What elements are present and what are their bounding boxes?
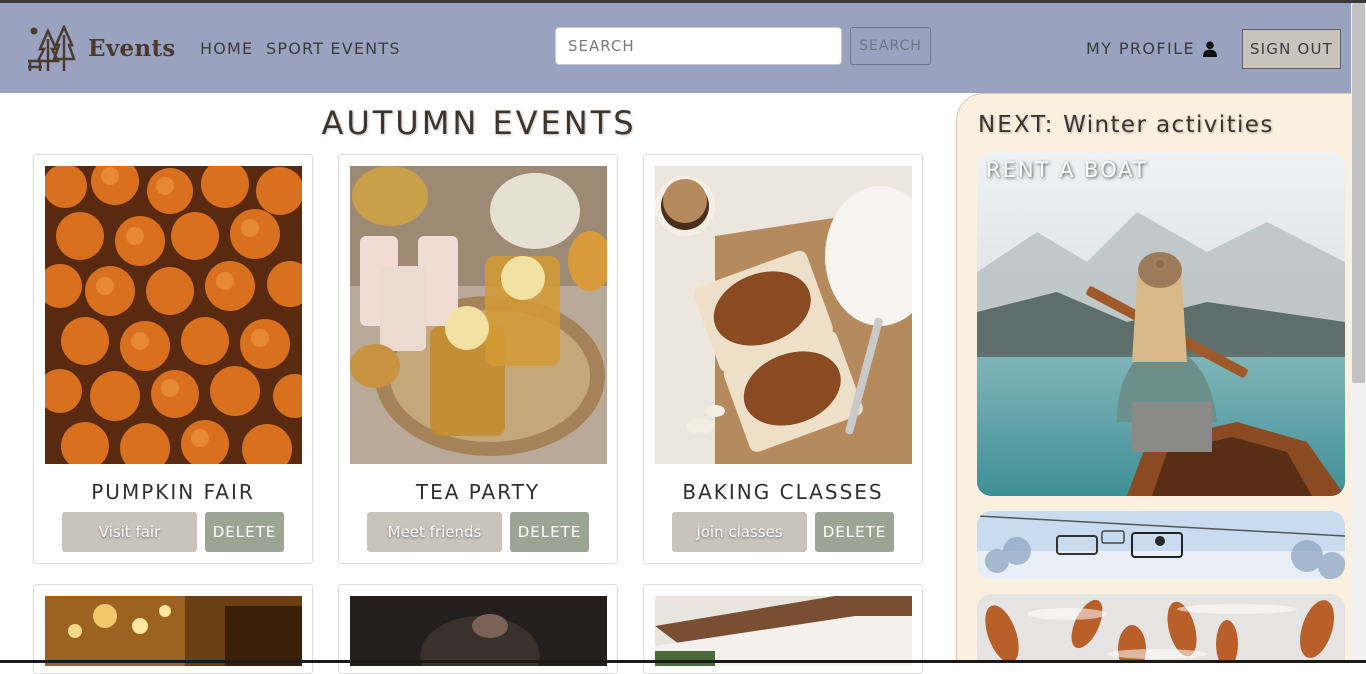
delete-button[interactable]: DELETE [205, 512, 284, 552]
page-title: AUTUMN EVENTS [321, 104, 637, 142]
nav-link-home[interactable]: HOME [200, 39, 253, 58]
boat-lake-image [977, 152, 1345, 496]
next-season-label: Winter activities [1063, 112, 1274, 138]
pumpkins-image [45, 166, 302, 464]
event-image [350, 596, 607, 666]
next-events-heading: NEXT: Winter activities [978, 112, 1274, 138]
logo-trees-icon[interactable] [26, 25, 76, 73]
event-card-baking-classes: BAKING CLASSES Join classes DELETE [643, 154, 923, 564]
ski-lift-picture [977, 511, 1345, 579]
search-input[interactable] [555, 27, 842, 65]
brand-name[interactable]: Events [88, 35, 176, 62]
card-title: PUMPKIN FAIR [91, 480, 255, 504]
card-title: BAKING CLASSES [682, 480, 884, 504]
card-title: TEA PARTY [415, 480, 541, 504]
tea-party-image [350, 166, 607, 464]
scrollbar-thumb[interactable] [1352, 3, 1365, 383]
join-classes-button[interactable]: Join classes [672, 512, 807, 552]
sign-out-button[interactable]: SIGN OUT [1242, 29, 1341, 69]
my-profile-link[interactable]: MY PROFILE [1086, 39, 1217, 58]
event-image [655, 596, 912, 666]
navbar: Events HOME SPORT EVENTS SEARCH MY PROFI… [0, 3, 1351, 93]
event-image [45, 596, 302, 666]
delete-button[interactable]: DELETE [815, 512, 894, 552]
nav-link-sport-events[interactable]: SPORT EVENTS [266, 39, 401, 58]
search-button[interactable]: SEARCH [850, 27, 931, 65]
next-label: NEXT: [978, 112, 1055, 138]
baking-image [655, 166, 912, 464]
user-icon [1202, 40, 1217, 57]
event-card-pumpkin-fair: PUMPKIN FAIR Visit fair DELETE [33, 154, 313, 564]
rent-a-boat-image[interactable] [977, 152, 1345, 496]
my-profile-label: MY PROFILE [1086, 39, 1195, 58]
frosted-leaves-image[interactable] [977, 594, 1345, 663]
rent-a-boat-label: RENT A BOAT [986, 158, 1148, 182]
meet-friends-button[interactable]: Meet friends [367, 512, 502, 552]
ski-lift-image[interactable] [977, 511, 1345, 579]
frost-leaves-picture [977, 594, 1345, 663]
event-card-tea-party: TEA PARTY Meet friends DELETE [338, 154, 618, 564]
visit-fair-button[interactable]: Visit fair [62, 512, 197, 552]
delete-button[interactable]: DELETE [510, 512, 589, 552]
